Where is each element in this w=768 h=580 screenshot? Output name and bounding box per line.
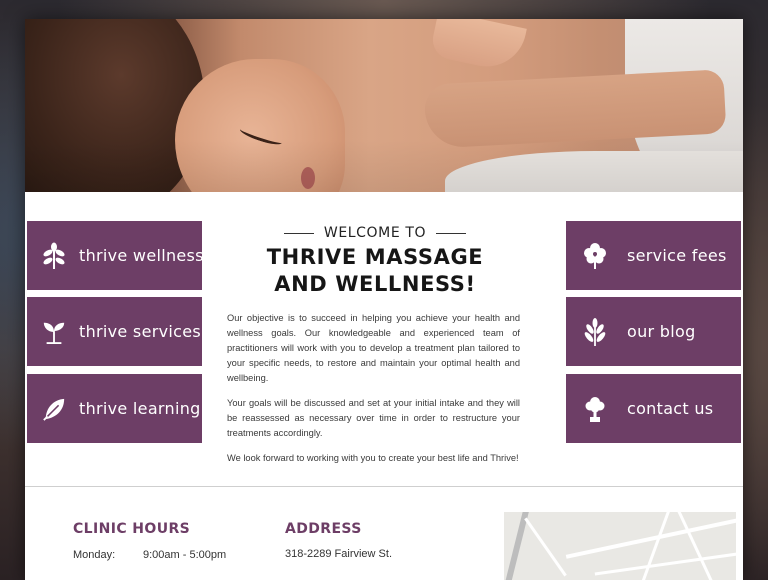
welcome-kicker: WELCOME TO [323,225,427,241]
nav-tile-thrive-wellness[interactable]: thrive wellness [27,221,204,290]
tree-icon [583,394,607,424]
section-divider [25,486,743,487]
page-title: THRIVE MASSAGE AND WELLNESS! [266,245,484,296]
hours-day: Monday: [73,549,116,561]
flower-sprig-icon [42,241,66,271]
location-map[interactable] [504,512,736,580]
address-line: 318-2289 Fairview St. [285,548,392,560]
nav-tile-label: thrive learning [79,399,201,418]
body-paragraph: Your goals will be discussed and set at … [227,398,520,438]
nav-tile-label: service fees [627,246,727,265]
welcome-heading: WELCOME TO THRIVE MASSAGE AND WELLNESS! [225,225,525,298]
nav-tile-service-fees[interactable]: service fees [566,221,741,290]
flower-icon [583,241,607,271]
nav-tile-label: contact us [627,399,714,418]
sprout-icon [42,317,66,347]
divider-rule [283,232,314,234]
hero-image [25,19,743,192]
nav-tile-our-blog[interactable]: our blog [566,297,741,366]
leaf-icon [42,394,66,424]
fern-leaf-icon [583,317,607,347]
body-paragraph: Our objective is to succeed in helping y… [227,313,520,383]
address-title: ADDRESS [285,521,362,537]
nav-tile-contact-us[interactable]: contact us [566,374,741,443]
nav-tile-thrive-learning[interactable]: thrive learning [27,374,202,443]
website-page: thrive wellness thrive services thrive l… [25,19,743,580]
nav-tile-label: our blog [627,322,696,341]
body-paragraph: We look forward to working with you to c… [227,453,519,463]
clinic-hours-title: CLINIC HOURS [73,521,191,537]
nav-tile-label: thrive wellness [79,246,204,265]
nav-tile-thrive-services[interactable]: thrive services [27,297,202,366]
nav-tile-label: thrive services [79,322,201,341]
hours-time: 9:00am - 5:00pm [143,549,227,561]
divider-rule [436,232,467,234]
welcome-body: Our objective is to succeed in helping y… [227,311,520,476]
